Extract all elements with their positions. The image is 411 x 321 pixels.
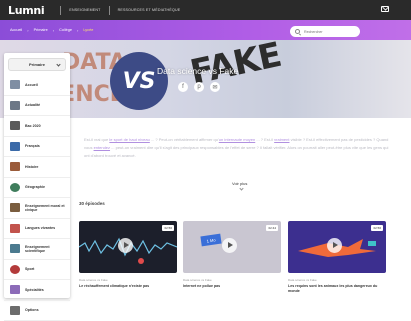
facebook-icon[interactable]: f — [178, 82, 188, 92]
chevron-down-icon — [56, 62, 60, 66]
house-icon — [10, 80, 20, 89]
sidebar: Primaire Accueil Actualité Bac 2020 Fran… — [4, 53, 70, 298]
episode-title[interactable]: Les requins sont les animaux les plus da… — [288, 284, 386, 293]
sidebar-item-bac[interactable]: Bac 2020 — [4, 116, 70, 137]
mo-tag-graphic: 1 Mo — [200, 234, 221, 247]
description-text: Est-il vrai que le sport de haut niveau … — [84, 136, 394, 160]
description-link[interactable]: un internaute moyen — [219, 137, 255, 142]
sidebar-item-label: Bac 2020 — [25, 124, 41, 128]
hero-title: Data science vs Fake — [157, 66, 238, 76]
book-icon — [10, 142, 20, 151]
sidebar-item-label: Enseignement moral et civique — [25, 204, 70, 212]
search-input[interactable] — [304, 30, 354, 34]
sidebar-item-specialites[interactable]: Spécialités — [4, 280, 70, 301]
scales-icon — [10, 203, 20, 212]
globe-icon — [10, 183, 20, 192]
sidebar-item-label: Spécialités — [25, 288, 44, 292]
sidebar-item-label: Sport — [25, 267, 34, 271]
speech-icon — [10, 224, 20, 233]
duration-badge: 02:56 — [162, 225, 174, 231]
mail-share-icon[interactable]: ✉ — [210, 82, 220, 92]
lumni-logo[interactable]: Lumni — [8, 4, 44, 17]
play-icon[interactable] — [118, 238, 133, 253]
star-icon — [10, 285, 20, 294]
episode-series: Data science vs Fake — [183, 278, 281, 282]
breadcrumb-accueil[interactable]: Accueil — [10, 28, 22, 32]
nav-link-ressources[interactable]: RESSOURCES ET MÉDIATHÈQUE — [118, 8, 181, 12]
breadcrumb-primaire[interactable]: Primaire — [34, 28, 48, 32]
list-icon — [10, 306, 20, 315]
chevron-right-icon: › — [53, 28, 54, 33]
episode-thumbnail[interactable]: 1 Mo 02:44 — [183, 221, 281, 273]
grade-selector[interactable]: Primaire — [8, 58, 66, 71]
mail-icon[interactable] — [381, 6, 389, 12]
episode-title[interactable]: Internet ne pollue pas — [183, 284, 281, 289]
sidebar-item-label: Géographie — [25, 185, 45, 189]
sidebar-item-label: Options — [25, 308, 39, 312]
sidebar-item-sport[interactable]: Sport — [4, 260, 70, 281]
description-part: ... ? Peut-on véritablement affirmer qu' — [150, 137, 219, 142]
chevron-right-icon: › — [77, 28, 78, 33]
hero-vs-badge: VS — [110, 52, 168, 110]
sidebar-item-label: Actualité — [25, 103, 40, 107]
sidebar-item-histoire[interactable]: Histoire — [4, 157, 70, 178]
duration-badge: 02:56 — [371, 225, 383, 231]
sidebar-item-label: Histoire — [25, 165, 38, 169]
divider — [60, 6, 61, 15]
pinterest-icon[interactable]: p — [194, 82, 204, 92]
episode-series: Data science vs Fake — [79, 278, 177, 282]
breadcrumb: Accueil › Primaire › Collège › Lycée — [10, 28, 93, 33]
description-link[interactable]: vraiment — [274, 137, 289, 142]
episode-thumbnail[interactable]: 02:56 — [79, 221, 177, 273]
episode-count: 30 épisodes — [79, 201, 105, 206]
episode-thumbnail[interactable]: 02:56 — [288, 221, 386, 273]
diploma-icon — [10, 121, 20, 130]
sidebar-item-accueil[interactable]: Accueil — [4, 75, 70, 96]
sidebar-item-label: Langues vivantes — [25, 226, 55, 230]
sidebar-item-label: Français — [25, 144, 40, 148]
episode-card[interactable]: 02:56 Data science vs Fake Les requins s… — [288, 221, 386, 298]
sidebar-item-sciences[interactable]: Enseignement scientifique — [4, 239, 70, 260]
duration-badge: 02:44 — [266, 225, 278, 231]
sidebar-item-emc[interactable]: Enseignement moral et civique — [4, 198, 70, 219]
sidebar-item-actualite[interactable]: Actualité — [4, 96, 70, 117]
sidebar-item-langues[interactable]: Langues vivantes — [4, 219, 70, 240]
grade-selector-label: Primaire — [29, 62, 45, 67]
sidebar-item-francais[interactable]: Français — [4, 137, 70, 158]
breadcrumb-college[interactable]: Collège — [59, 28, 72, 32]
newspaper-icon — [10, 101, 20, 110]
episode-series: Data science vs Fake — [288, 278, 386, 282]
play-icon[interactable] — [327, 238, 342, 253]
description-link[interactable]: le sport de haut niveau — [109, 137, 149, 142]
sidebar-item-options[interactable]: Options — [4, 301, 70, 321]
scroll-icon — [10, 162, 20, 171]
ball-icon — [10, 265, 20, 274]
episode-title[interactable]: Le réchauffement climatique n'existe pas — [79, 284, 177, 289]
flask-icon — [10, 244, 20, 253]
sidebar-item-label: Enseignement scientifique — [25, 245, 70, 253]
nav-link-enseignement[interactable]: ENSEIGNEMENT — [69, 8, 100, 12]
sidebar-item-geographie[interactable]: Géographie — [4, 178, 70, 199]
sidebar-item-label: Accueil — [25, 83, 38, 87]
search-icon — [295, 29, 300, 34]
top-bar: Lumni ENSEIGNEMENT RESSOURCES ET MÉDIATH… — [0, 0, 411, 20]
chevron-right-icon: › — [27, 28, 28, 33]
episode-card[interactable]: 1 Mo 02:44 Data science vs Fake Internet… — [183, 221, 281, 298]
description-link[interactable]: entendez — [94, 145, 110, 150]
breadcrumb-lycee[interactable]: Lycée — [83, 28, 93, 32]
divider — [109, 6, 110, 15]
description-block: Est-il vrai que le sport de haut niveau … — [84, 136, 394, 160]
top-nav: ENSEIGNEMENT RESSOURCES ET MÉDIATHÈQUE — [52, 6, 180, 15]
description-part: ... ? Est-il — [255, 137, 274, 142]
play-icon[interactable] — [222, 238, 237, 253]
description-part: Est-il vrai que — [84, 137, 109, 142]
description-part: ... peut-on vraiment dire qu'il s'agit d… — [84, 145, 388, 158]
search-box[interactable] — [290, 26, 360, 37]
episode-card[interactable]: 02:56 Data science vs Fake Le réchauffem… — [79, 221, 177, 298]
voir-plus-button[interactable]: Voir plus — [232, 181, 247, 186]
